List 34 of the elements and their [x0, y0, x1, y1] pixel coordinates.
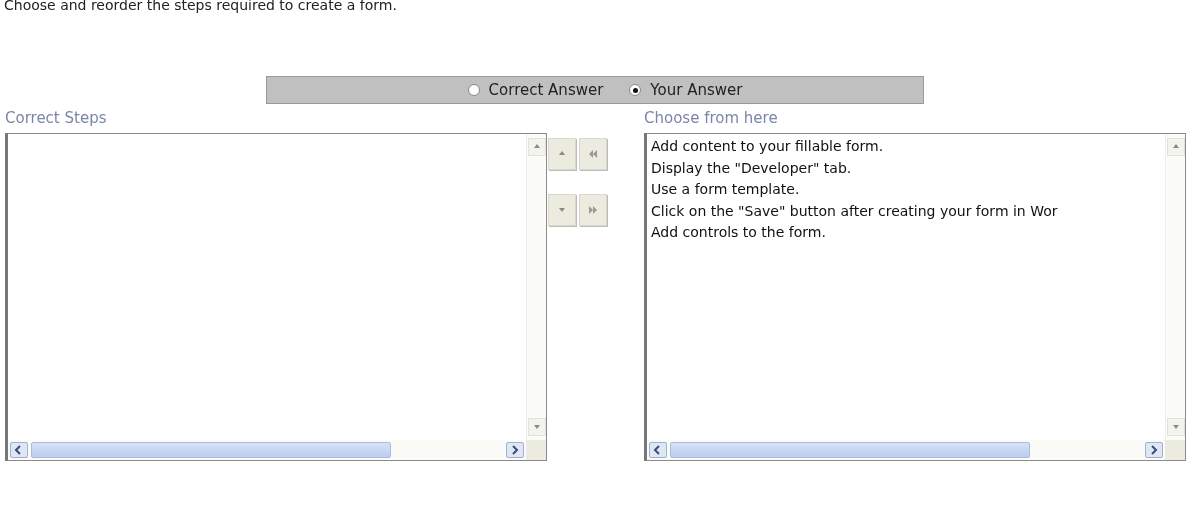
list-item[interactable]: Display the "Developer" tab.	[651, 157, 852, 179]
instruction-text: Choose and reorder the steps required to create a form.	[4, 0, 397, 13]
horizontal-scrollbar[interactable]	[8, 440, 526, 460]
move-left-button[interactable]	[579, 138, 607, 170]
list-item[interactable]: Click on the "Save" button after creating your form in Wor	[651, 200, 1058, 222]
scroll-down-button[interactable]	[527, 418, 546, 436]
move-right-button[interactable]	[579, 194, 607, 226]
scroll-thumb[interactable]	[670, 442, 1030, 458]
radio-button[interactable]	[467, 84, 480, 96]
list-item[interactable]: Use a form template.	[651, 179, 800, 201]
scroll-right-button[interactable]	[1145, 442, 1163, 458]
vertical-scrollbar[interactable]	[1165, 134, 1185, 440]
list-box[interactable]: Add content to your fillable form. Display the "Developer" tab. Use a form template. Click on the "Save" button after creating your form in Wor Add controls to the form.	[644, 133, 1186, 461]
radio-label[interactable]: Your Answer	[650, 81, 743, 99]
double-right-arrow-icon	[588, 206, 598, 214]
scroll-left-button[interactable]	[10, 442, 28, 458]
scroll-right-button[interactable]	[506, 442, 524, 458]
list-label: Correct Steps	[5, 108, 108, 129]
scrollbar-corner	[526, 440, 546, 460]
scroll-up-button[interactable]	[1166, 138, 1185, 156]
radio-button[interactable]	[629, 84, 642, 96]
move-down-button[interactable]	[548, 194, 576, 226]
vertical-scrollbar[interactable]	[526, 134, 546, 440]
list-item[interactable]: Add controls to the form.	[651, 222, 826, 244]
list-label: Choose from here	[644, 108, 779, 129]
scroll-left-button[interactable]	[649, 442, 667, 458]
scroll-up-button[interactable]	[527, 138, 546, 156]
scroll-thumb[interactable]	[31, 442, 391, 458]
double-left-arrow-icon	[588, 150, 598, 158]
scrollbar-corner	[1165, 440, 1185, 460]
radio-label[interactable]: Correct Answer	[488, 81, 604, 99]
horizontal-scrollbar[interactable]	[647, 440, 1165, 460]
list-item[interactable]: Add content to your fillable form.	[651, 136, 884, 158]
scroll-down-button[interactable]	[1166, 418, 1185, 436]
